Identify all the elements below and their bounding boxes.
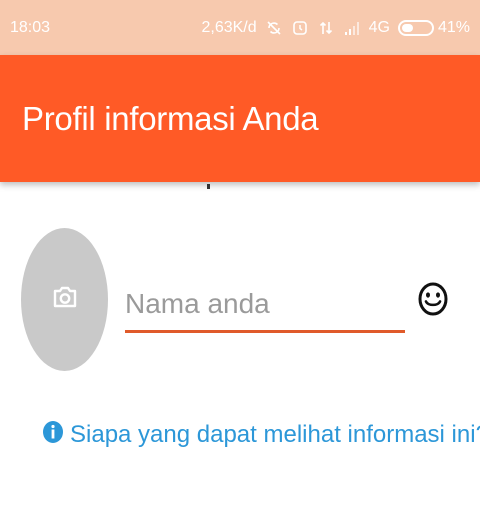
status-bar: 18:03 2,63K/d 4G 41% xyxy=(0,0,480,55)
info-link-text: Siapa yang dapat melihat informasi ini? xyxy=(70,420,480,448)
page-title: Profil informasi Anda xyxy=(22,99,319,137)
name-input[interactable] xyxy=(125,278,405,330)
divider-tick xyxy=(207,184,210,189)
battery-shell xyxy=(397,19,434,36)
no-sync-icon xyxy=(265,19,283,37)
status-time: 18:03 xyxy=(10,18,51,36)
net-speed: 2,63K/d xyxy=(201,18,257,36)
avatar-button[interactable] xyxy=(21,228,108,371)
name-underline xyxy=(125,330,405,333)
info-link[interactable]: Siapa yang dapat melihat informasi ini? xyxy=(42,420,480,449)
name-field xyxy=(125,278,405,338)
signal-icon xyxy=(343,19,361,37)
battery-icon: 41% xyxy=(397,18,470,37)
alarm-icon xyxy=(291,19,309,37)
camera-icon xyxy=(52,285,78,314)
app-bar: Profil informasi Anda xyxy=(0,55,480,182)
emoji-button[interactable] xyxy=(417,282,449,321)
data-transfer-icon xyxy=(317,19,335,37)
emoji-icon xyxy=(418,282,448,321)
battery-fill xyxy=(401,23,413,32)
info-icon xyxy=(42,420,64,449)
network-type: 4G xyxy=(368,18,390,36)
battery-percent: 41% xyxy=(437,18,470,36)
status-right: 2,63K/d 4G 41% xyxy=(201,19,470,37)
